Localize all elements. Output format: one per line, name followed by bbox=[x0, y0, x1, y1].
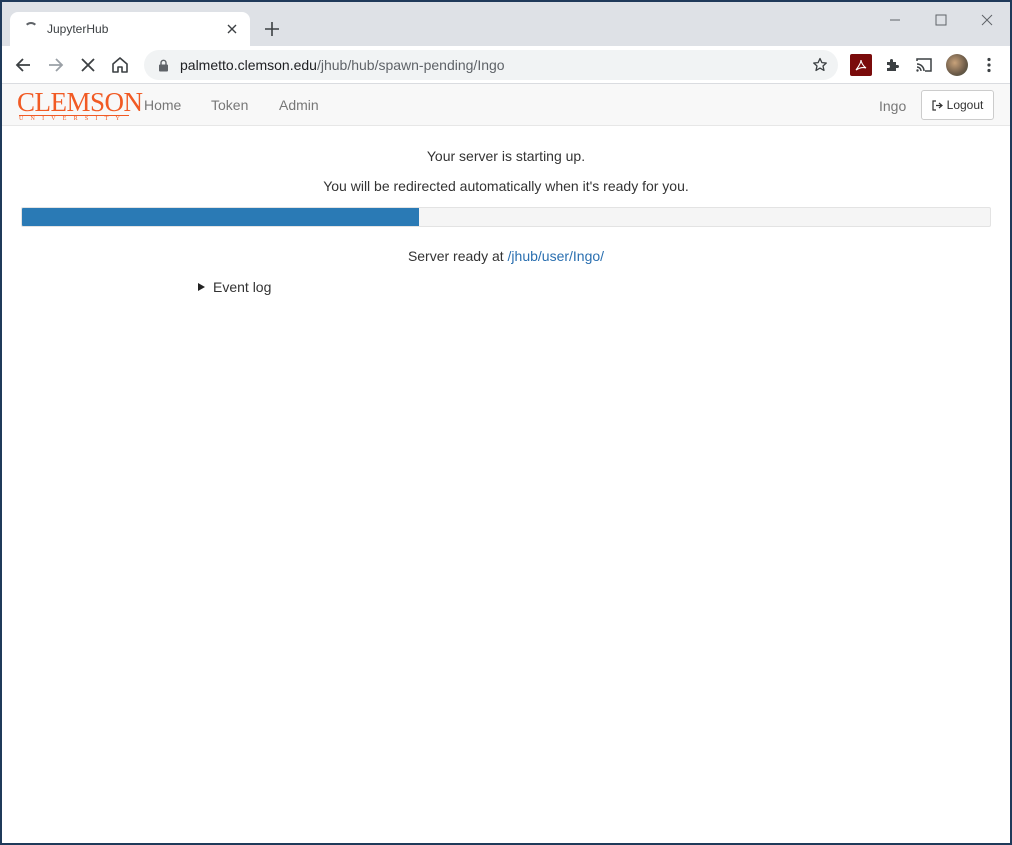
server-ready-prefix: Server ready at bbox=[407, 248, 504, 264]
bookmark-star-icon[interactable] bbox=[808, 53, 832, 77]
logout-label: Logout bbox=[946, 98, 984, 112]
tab-strip: JupyterHub bbox=[2, 2, 1010, 46]
stop-loading-icon[interactable] bbox=[75, 52, 101, 78]
browser-window: JupyterHub palmetto.clemson.edu/jhub/hub… bbox=[2, 2, 1010, 843]
event-log-label: Event log bbox=[213, 279, 272, 295]
server-url-link[interactable]: /jhub/user/Ingo/ bbox=[508, 248, 605, 264]
minimize-icon[interactable] bbox=[880, 8, 910, 32]
forward-arrow-icon[interactable] bbox=[43, 52, 69, 78]
logout-button[interactable]: Logout bbox=[921, 90, 994, 120]
close-tab-icon[interactable] bbox=[222, 19, 242, 39]
maximize-icon[interactable] bbox=[926, 8, 956, 32]
address-bar[interactable]: palmetto.clemson.edu/jhub/hub/spawn-pend… bbox=[144, 50, 838, 80]
event-log-toggle[interactable]: Event log bbox=[198, 279, 271, 295]
url-path: /jhub/hub/spawn-pending/Ingo bbox=[316, 57, 505, 73]
url-text[interactable]: palmetto.clemson.edu/jhub/hub/spawn-pend… bbox=[180, 57, 808, 73]
new-tab-button[interactable] bbox=[260, 17, 284, 41]
tab-jupyterhub[interactable]: JupyterHub bbox=[10, 12, 250, 46]
current-user[interactable]: Ingo bbox=[879, 98, 906, 114]
tab-title: JupyterHub bbox=[47, 22, 109, 36]
browser-menu-icon[interactable] bbox=[978, 54, 1000, 76]
extensions-puzzle-icon[interactable] bbox=[881, 54, 903, 76]
url-domain: palmetto.clemson.edu bbox=[180, 57, 317, 73]
spawn-progress-bar bbox=[21, 207, 991, 227]
home-icon[interactable] bbox=[107, 52, 133, 78]
redirect-message: You will be redirected automatically whe… bbox=[323, 178, 689, 194]
back-arrow-icon[interactable] bbox=[10, 52, 36, 78]
sign-out-icon bbox=[932, 99, 943, 111]
lock-icon bbox=[156, 57, 170, 73]
logo-subtitle: UNIVERSITY bbox=[19, 115, 129, 122]
close-window-icon[interactable] bbox=[972, 8, 1002, 32]
loading-spinner-icon bbox=[24, 22, 38, 36]
browser-toolbar: palmetto.clemson.edu/jhub/hub/spawn-pend… bbox=[2, 46, 1010, 84]
status-message: Your server is starting up. bbox=[426, 148, 586, 164]
profile-avatar[interactable] bbox=[946, 54, 968, 76]
clemson-logo[interactable]: CLEMSON UNIVERSITY bbox=[17, 87, 143, 123]
acrobat-extension-icon[interactable] bbox=[850, 54, 872, 76]
nav-home-link[interactable]: Home bbox=[144, 97, 181, 113]
hub-navbar: CLEMSON UNIVERSITY Home Token Admin Ingo… bbox=[2, 84, 1010, 126]
server-ready-line: Server ready at /jhub/user/Ingo/ bbox=[2, 248, 1010, 264]
progress-fill bbox=[22, 208, 419, 226]
nav-admin-link[interactable]: Admin bbox=[279, 97, 319, 113]
disclosure-triangle-icon bbox=[198, 283, 205, 291]
nav-token-link[interactable]: Token bbox=[211, 97, 248, 113]
logo-wordmark: CLEMSON bbox=[17, 87, 143, 117]
cast-icon[interactable] bbox=[913, 54, 935, 76]
